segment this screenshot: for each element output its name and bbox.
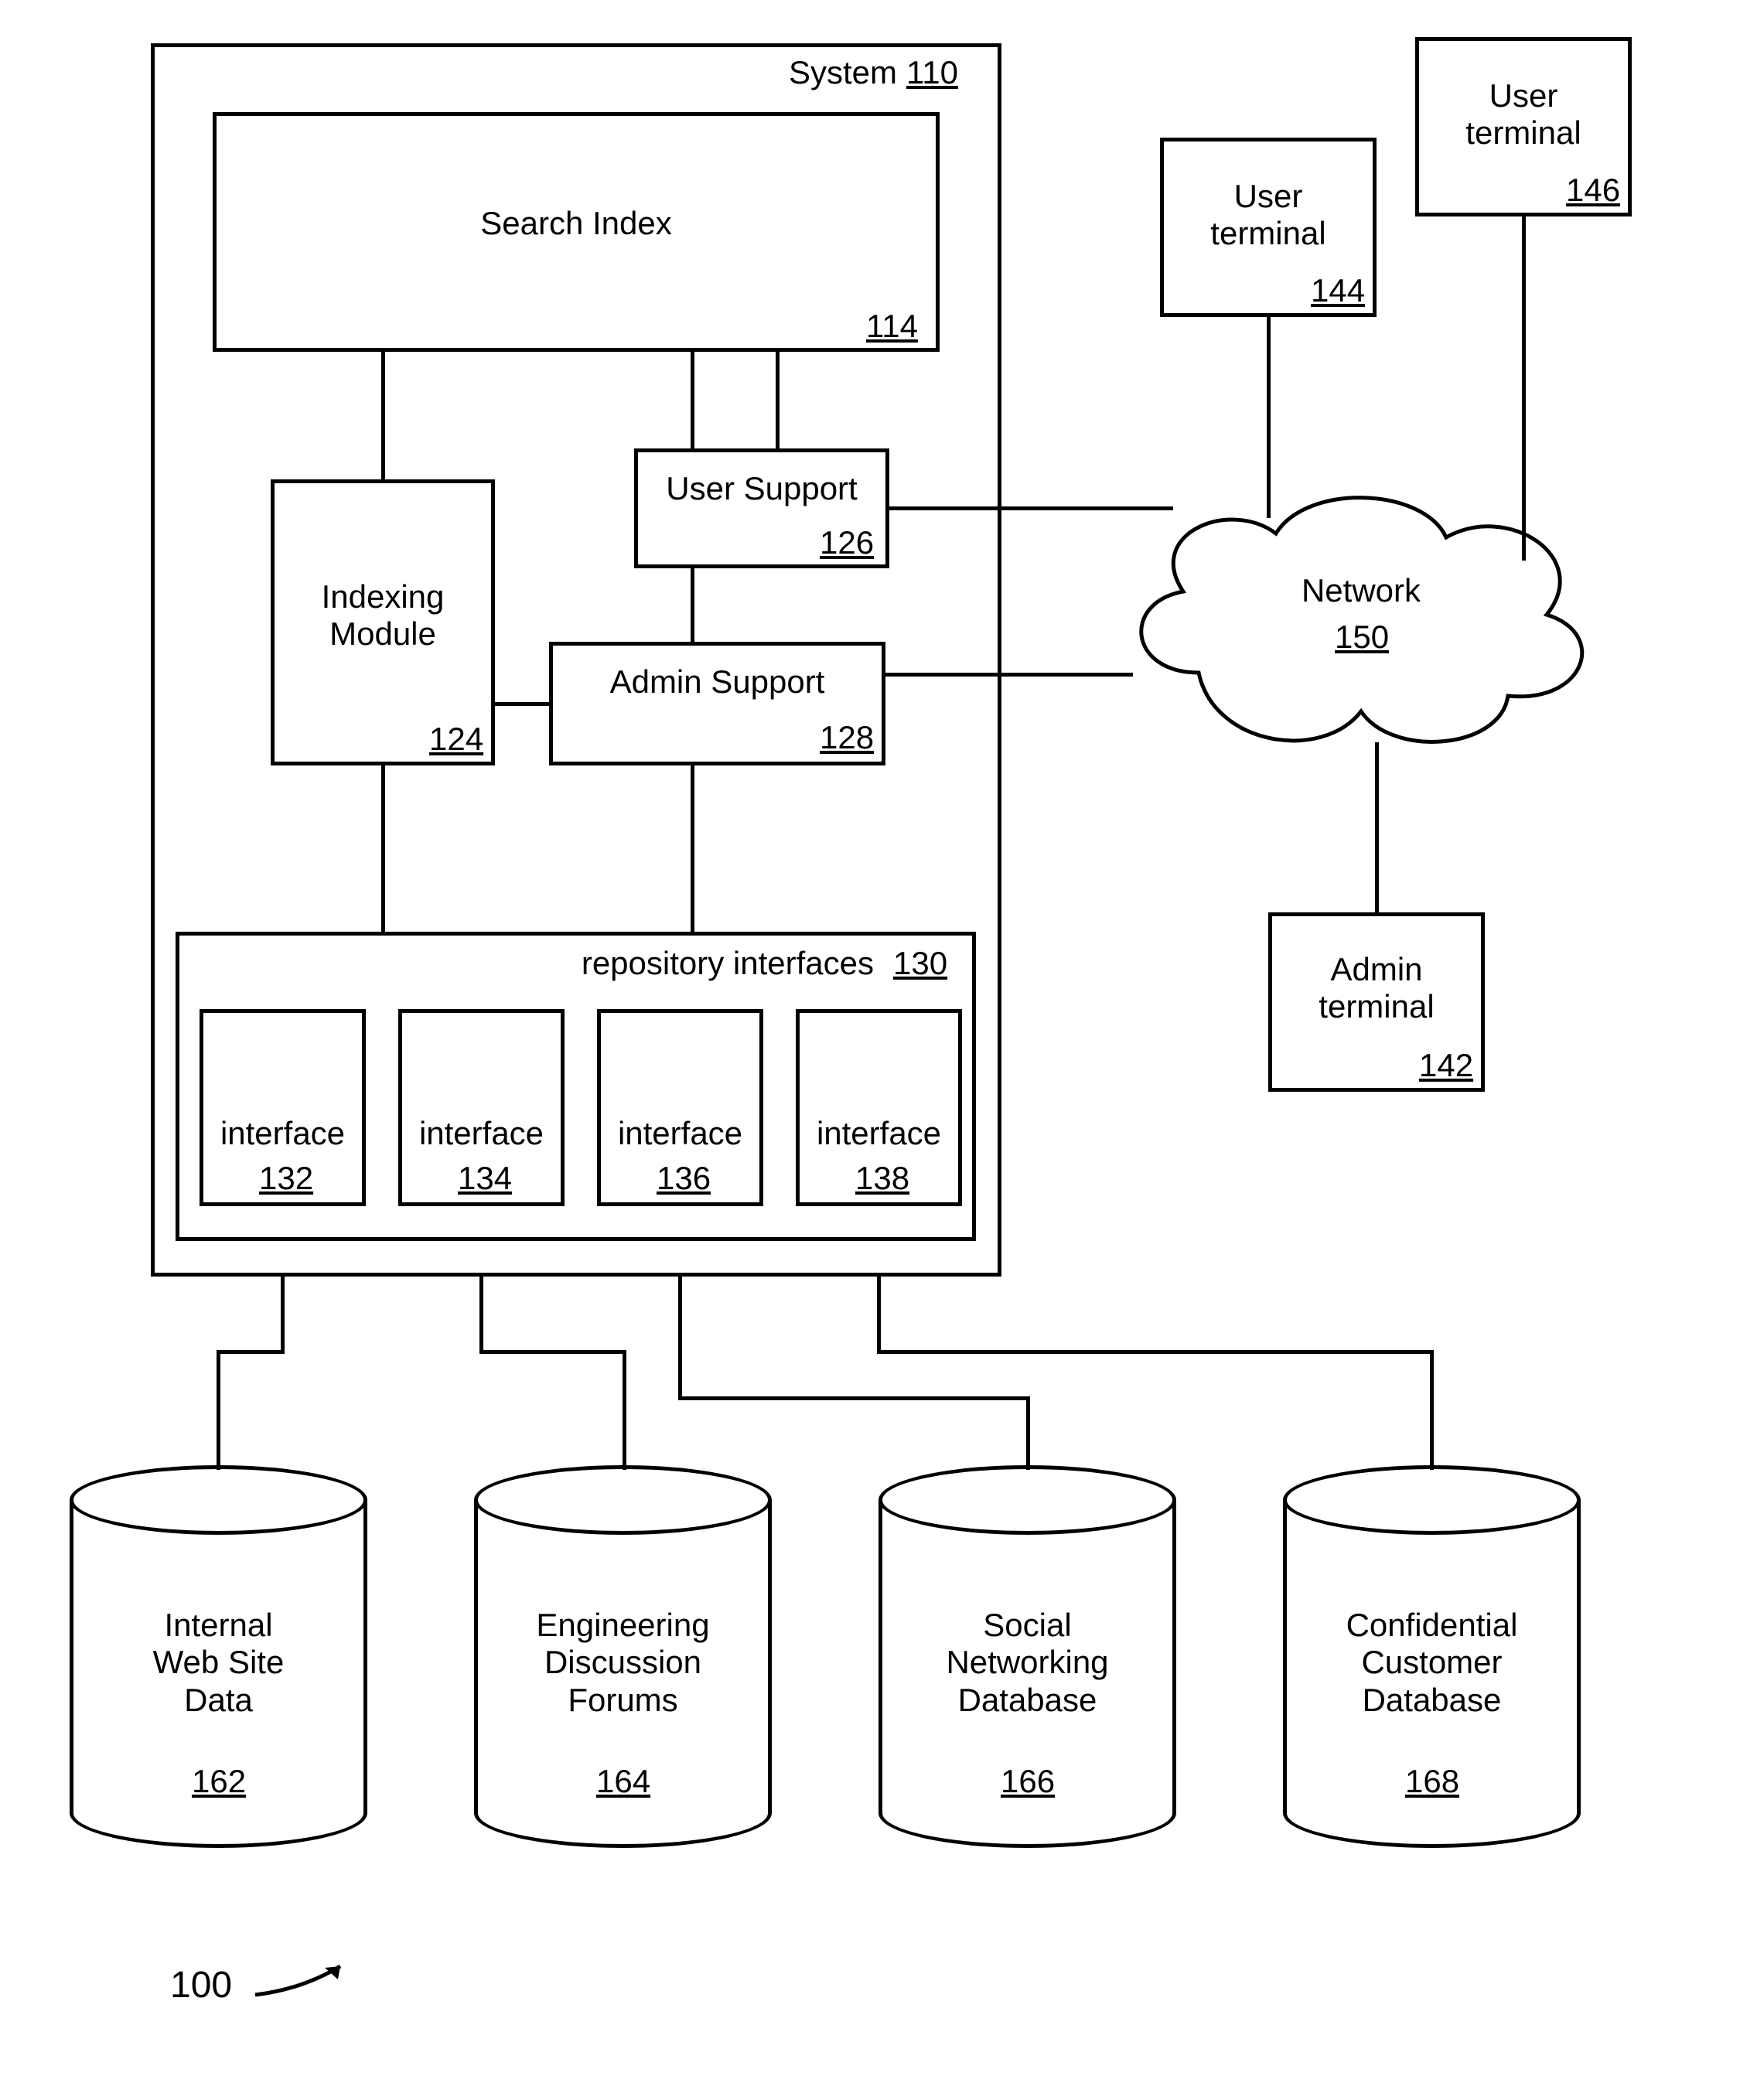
db-162-title: Internal Web Site Data bbox=[70, 1607, 367, 1719]
conn-138-b bbox=[877, 1350, 1434, 1354]
conn-136-a bbox=[678, 1277, 682, 1400]
admin-support-title: Admin Support bbox=[549, 663, 885, 701]
conn-usersupport-to-network bbox=[889, 506, 1173, 510]
db-166-title: Social Networking Database bbox=[878, 1607, 1176, 1719]
db-168-title: Confidential Customer Database bbox=[1283, 1607, 1581, 1719]
conn-136-c bbox=[1026, 1396, 1030, 1470]
figure-arrow-icon bbox=[247, 1952, 371, 2006]
conn-indexing-to-adminsupport bbox=[495, 702, 551, 706]
conn-search-to-usersupport-a bbox=[691, 352, 694, 451]
db-164-title: Engineering Discussion Forums bbox=[474, 1607, 772, 1719]
conn-138-a bbox=[877, 1277, 881, 1354]
admin-support-ref: 128 bbox=[820, 719, 874, 756]
user-support-ref: 126 bbox=[820, 524, 874, 561]
db-162-ref: 162 bbox=[192, 1763, 246, 1800]
network-title: Network bbox=[1206, 572, 1516, 609]
admin-terminal-title: Admin terminal bbox=[1268, 951, 1485, 1026]
conn-search-to-usersupport-b bbox=[776, 352, 780, 451]
user-terminal-146-ref: 146 bbox=[1566, 172, 1620, 209]
interface-136-title: interface bbox=[597, 1115, 763, 1152]
user-terminal-146-title: User terminal bbox=[1415, 77, 1632, 152]
network-ref: 150 bbox=[1335, 619, 1389, 656]
indexing-module-title: Indexing Module bbox=[271, 578, 495, 653]
conn-search-to-indexing bbox=[381, 352, 385, 479]
conn-network-to-adminterminal bbox=[1375, 742, 1379, 914]
conn-indexing-to-repo bbox=[381, 765, 385, 932]
interface-134-title: interface bbox=[398, 1115, 565, 1152]
interface-132-ref: 132 bbox=[259, 1160, 313, 1197]
conn-132-a bbox=[281, 1277, 285, 1354]
conn-134-a bbox=[479, 1277, 483, 1354]
conn-134-c bbox=[623, 1350, 626, 1470]
interface-132-title: interface bbox=[200, 1115, 366, 1152]
admin-terminal-ref: 142 bbox=[1419, 1047, 1473, 1084]
conn-adminsupport-to-repo bbox=[691, 765, 694, 932]
figure-ref: 100 bbox=[170, 1964, 232, 2006]
db-168-ref: 168 bbox=[1405, 1763, 1459, 1800]
conn-ut144-to-network bbox=[1267, 317, 1271, 518]
db-166-ref: 166 bbox=[1001, 1763, 1055, 1800]
conn-ut146-to-network bbox=[1522, 216, 1526, 561]
repo-interfaces-title: repository interfaces bbox=[526, 945, 874, 982]
diagram-canvas: System 110 Search Index 114 Indexing Mod… bbox=[0, 0, 1757, 2100]
conn-adminsupport-to-network bbox=[885, 673, 1133, 677]
search-index-title: Search Index bbox=[213, 205, 940, 242]
db-164-ref: 164 bbox=[596, 1763, 650, 1800]
interface-134-ref: 134 bbox=[458, 1160, 512, 1197]
interface-136-ref: 136 bbox=[657, 1160, 711, 1197]
system-title: System bbox=[773, 54, 897, 91]
interface-138-ref: 138 bbox=[855, 1160, 909, 1197]
conn-136-b bbox=[678, 1396, 1030, 1400]
conn-usersupport-to-adminsupport bbox=[691, 568, 694, 644]
system-ref: 110 bbox=[906, 54, 958, 91]
repo-interfaces-ref: 130 bbox=[893, 945, 947, 982]
user-terminal-144-ref: 144 bbox=[1311, 272, 1365, 309]
user-terminal-144-title: User terminal bbox=[1160, 178, 1377, 253]
indexing-module-ref: 124 bbox=[429, 721, 483, 758]
conn-134-b bbox=[479, 1350, 626, 1354]
user-support-title: User Support bbox=[634, 470, 889, 507]
search-index-ref: 114 bbox=[866, 308, 918, 345]
interface-138-title: interface bbox=[796, 1115, 962, 1152]
conn-138-c bbox=[1430, 1350, 1434, 1470]
conn-132-b bbox=[217, 1350, 285, 1354]
conn-132-c bbox=[217, 1350, 220, 1470]
